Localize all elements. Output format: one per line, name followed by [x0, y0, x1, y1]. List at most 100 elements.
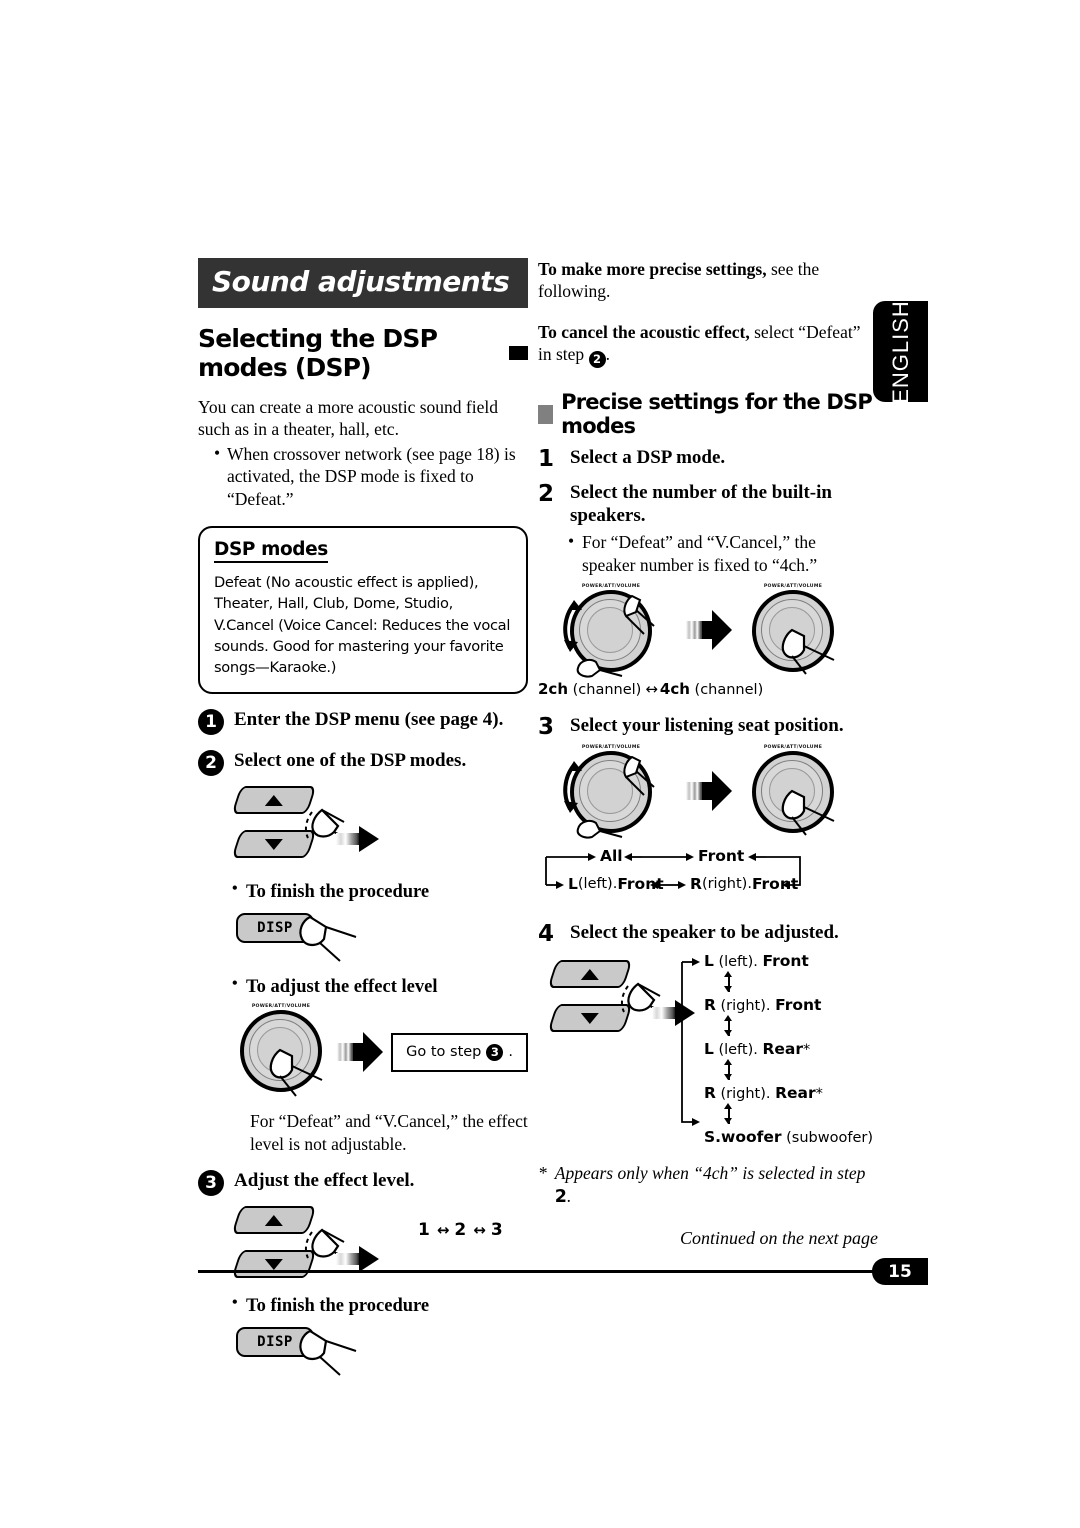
level-value: 2 [454, 1219, 467, 1240]
step-text: Select the number of the built-in speake… [570, 482, 832, 527]
language-tab: ENGLISH [873, 299, 928, 404]
seat-option-plain: (right). [701, 875, 752, 892]
speaker-plain: (right). [715, 1085, 776, 1102]
connector-arrow [704, 970, 873, 994]
footnote-end: . [566, 1185, 572, 1206]
triangle-up-icon [265, 794, 283, 806]
connector-arrow [704, 1014, 873, 1038]
finger-press-icon [304, 808, 359, 846]
subsection-heading: Precise settings for the DSP modes [538, 390, 873, 438]
channel-caption-right-bold: 4ch [659, 679, 690, 698]
step-text: Select one of the DSP modes. [234, 750, 467, 772]
step-number: 4 [538, 920, 555, 947]
rocker-level-row: 1 ↔ 2 ↔ 3 [198, 1196, 528, 1282]
intro-paragraph: You can create a more acoustic sound fie… [198, 397, 498, 440]
finger-press-icon [781, 628, 835, 675]
step-text: Select a DSP mode. [570, 447, 726, 469]
adjust-effect-level-label: To adjust the effect level [232, 975, 528, 998]
continued-note: Continued on the next page [680, 1228, 878, 1248]
right-arrow-icon [336, 826, 380, 853]
finish-procedure-label-2: To finish the procedure [232, 1294, 528, 1317]
step-number: 1 [538, 446, 555, 473]
right-column: To make more precise settings, see the f… [538, 258, 873, 1208]
seat-option-channel: L [568, 874, 578, 893]
finger-press-icon [269, 1049, 323, 1098]
seat-option-position: Front [617, 874, 664, 893]
footnote-body: Appears only when “4ch” is selected in s… [554, 1162, 866, 1183]
knob-turn-graphic-1: POWER/ATT/VOLUME [552, 582, 670, 678]
step-text: Select your listening seat position. [570, 714, 844, 736]
level-value: 1 [418, 1219, 430, 1240]
effect-level-sequence: 1 ↔ 2 ↔ 3 [418, 1220, 503, 1240]
rocker-buttons-graphic-3 [547, 956, 695, 1042]
step-marker: 2 [198, 750, 224, 777]
knob-goto-row: POWER/ATT/VOLUME Go to step 3 . [236, 1004, 528, 1100]
finger-press-icon [299, 916, 357, 963]
precise-step-1: 1 Select a DSP mode. [538, 446, 873, 471]
knob-sequence-step3: POWER/ATT/VOLUME POWER/ATT/VOLUME [552, 743, 873, 839]
seat-option-all: All [600, 847, 623, 865]
step-text: Adjust the effect level. [234, 1169, 415, 1191]
footer-rule [198, 1270, 928, 1273]
seat-option-label: Front [698, 846, 745, 865]
manual-page: ENGLISH Sound adjustments Selecting the … [0, 0, 1080, 1528]
grey-square-icon [538, 404, 554, 424]
step-2-bullet-list: For “Defeat” and “V.Cancel,” the speaker… [568, 530, 873, 575]
list-item: For “Defeat” and “V.Cancel,” the speaker… [568, 530, 873, 575]
knob-rotate-fingers-icon [563, 594, 655, 678]
subsection-heading-text: Precise settings for the DSP modes [561, 390, 873, 439]
disp-button-graphic-1: DISP [236, 909, 528, 963]
step-marker-inline: 2 [588, 351, 606, 369]
page-title-text: Selecting the DSP modes (DSP) [198, 324, 438, 382]
speaker-footnote-mark: * [803, 1041, 811, 1058]
step-marker: 3 [198, 1169, 224, 1196]
step-2: 2 Select one of the DSP modes. [198, 749, 528, 777]
seat-option-plain: (left). [577, 875, 618, 892]
step-number: 2 [538, 481, 555, 508]
knob-turn-graphic-2: POWER/ATT/VOLUME [552, 743, 670, 839]
double-arrow-icon: ↔ [436, 1220, 450, 1239]
black-square-icon [509, 346, 528, 360]
right-arrow-icon [686, 770, 732, 811]
precise-settings-note-bold: To make more precise settings, [538, 259, 767, 279]
seat-position-cycle-diagram: All Front L (left). Front R (right). Fro… [538, 845, 838, 907]
footnote-mark: * [538, 1162, 547, 1183]
double-arrow-icon: ↔ [645, 679, 658, 698]
rocker-buttons-graphic-1 [231, 782, 528, 868]
go-to-step-prefix: Go to step [406, 1044, 482, 1061]
triangle-up-icon [265, 1214, 283, 1226]
speaker-position: Front [775, 995, 822, 1014]
go-to-step-suffix: . [508, 1044, 513, 1061]
step-text: Select the speaker to be adjusted. [570, 921, 839, 943]
speaker-plain: (left). [713, 1041, 763, 1058]
list-item: When crossover network (see page 18) is … [214, 442, 528, 510]
finger-press-icon [299, 1329, 357, 1376]
speaker-position: Rear [762, 1039, 804, 1058]
cancel-effect-note: To cancel the acoustic effect, select “D… [538, 321, 873, 369]
right-arrow-icon [336, 1245, 380, 1272]
finger-press-icon [781, 789, 835, 836]
triangle-down-icon [581, 1012, 599, 1024]
speaker-footnote-mark: * [815, 1085, 823, 1102]
speaker-option: L (left). Rear* [704, 1038, 873, 1060]
triangle-down-icon [265, 1258, 283, 1270]
triangle-up-icon [581, 968, 599, 980]
footnote-text: Appears only when “4ch” is selected in s… [555, 1162, 873, 1209]
triangle-down-icon [265, 838, 283, 850]
speaker-position: Front [762, 951, 809, 970]
speaker-cycle-diagram: L (left). Front R (right). Front L (left… [681, 950, 873, 1148]
language-tab-label: ENGLISH [887, 299, 913, 404]
step-marker: 1 [198, 709, 224, 736]
right-arrow-icon [336, 1032, 383, 1073]
speaker-plain: (subwoofer) [781, 1129, 873, 1146]
speaker-channel: S.woofer [703, 1127, 782, 1146]
connector-arrow [704, 1058, 873, 1082]
speaker-option: R (right). Front [704, 994, 873, 1016]
intro-bullet-list: When crossover network (see page 18) is … [198, 442, 528, 510]
knob-graphic-1: POWER/ATT/VOLUME [236, 1004, 325, 1100]
knob-sequence-step2: POWER/ATT/VOLUME POWER/ATT/VOLUME [552, 582, 873, 678]
level-value: 3 [490, 1219, 503, 1240]
precise-settings-note: To make more precise settings, see the f… [538, 258, 873, 303]
cancel-effect-note-bold: To cancel the acoustic effect, [538, 321, 750, 342]
precise-step-2: 2 Select the number of the built-in spea… [538, 481, 873, 527]
